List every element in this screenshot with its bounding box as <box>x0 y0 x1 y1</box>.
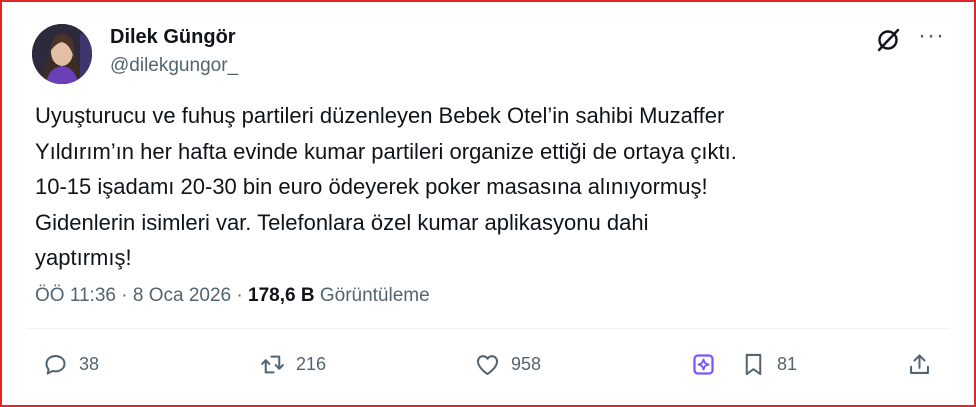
tweet-time[interactable]: ÖÖ 11:36 <box>35 285 116 306</box>
tweet-line: Gidenlerin isimleri var. Telefonlara öze… <box>35 209 649 235</box>
tweet-line: Yıldırım’ın her hafta evinde kumar parti… <box>35 138 737 164</box>
retweet-button[interactable]: 216 <box>259 351 326 378</box>
like-icon <box>476 355 499 376</box>
retweet-icon <box>261 355 284 374</box>
bookmark-count: 81 <box>777 354 798 374</box>
tweet-line: yaptırmış! <box>35 245 132 270</box>
divider <box>26 328 950 329</box>
author-handle[interactable]: @dilekgungor_ <box>110 55 238 77</box>
avatar[interactable] <box>32 24 92 84</box>
bookmark-icon <box>745 353 762 376</box>
views-count: 178,6 B <box>248 285 315 306</box>
author-display-name[interactable]: Dilek Güngör <box>110 26 236 49</box>
tweet-card: Dilek Güngör @dilekgungor_ ··· Uyuşturuc… <box>0 0 976 407</box>
grok-share-icon <box>693 354 714 375</box>
grok-share-button[interactable] <box>690 351 717 378</box>
reply-count: 38 <box>79 354 100 374</box>
meta-separator: · <box>236 285 243 306</box>
like-count: 958 <box>511 354 542 374</box>
reply-button[interactable]: 38 <box>42 351 99 378</box>
like-button[interactable]: 958 <box>474 351 541 378</box>
grok-icon[interactable] <box>874 26 902 54</box>
tweet-meta: ÖÖ 11:36 · 8 Oca 2026 · 178,6 B Görüntül… <box>35 285 430 307</box>
tweet-line: Uyuşturucu ve fuhuş partileri düzenleyen… <box>35 103 725 128</box>
tweet-line: 10-15 işadamı 20-30 bin euro ödeyerek po… <box>35 174 708 199</box>
tweet-date[interactable]: 8 Oca 2026 <box>133 285 231 306</box>
views-label: Görüntüleme <box>319 285 430 306</box>
reply-icon <box>45 355 66 375</box>
bookmark-button[interactable]: 81 <box>740 351 797 378</box>
more-icon[interactable]: ··· <box>918 24 945 48</box>
retweet-count: 216 <box>296 354 327 374</box>
share-button[interactable] <box>906 351 933 378</box>
meta-separator: · <box>121 285 128 306</box>
avatar-image <box>32 24 92 84</box>
tweet-text: Uyuşturucu ve fuhuş partileri düzenleyen… <box>35 98 955 276</box>
share-icon <box>910 354 929 374</box>
